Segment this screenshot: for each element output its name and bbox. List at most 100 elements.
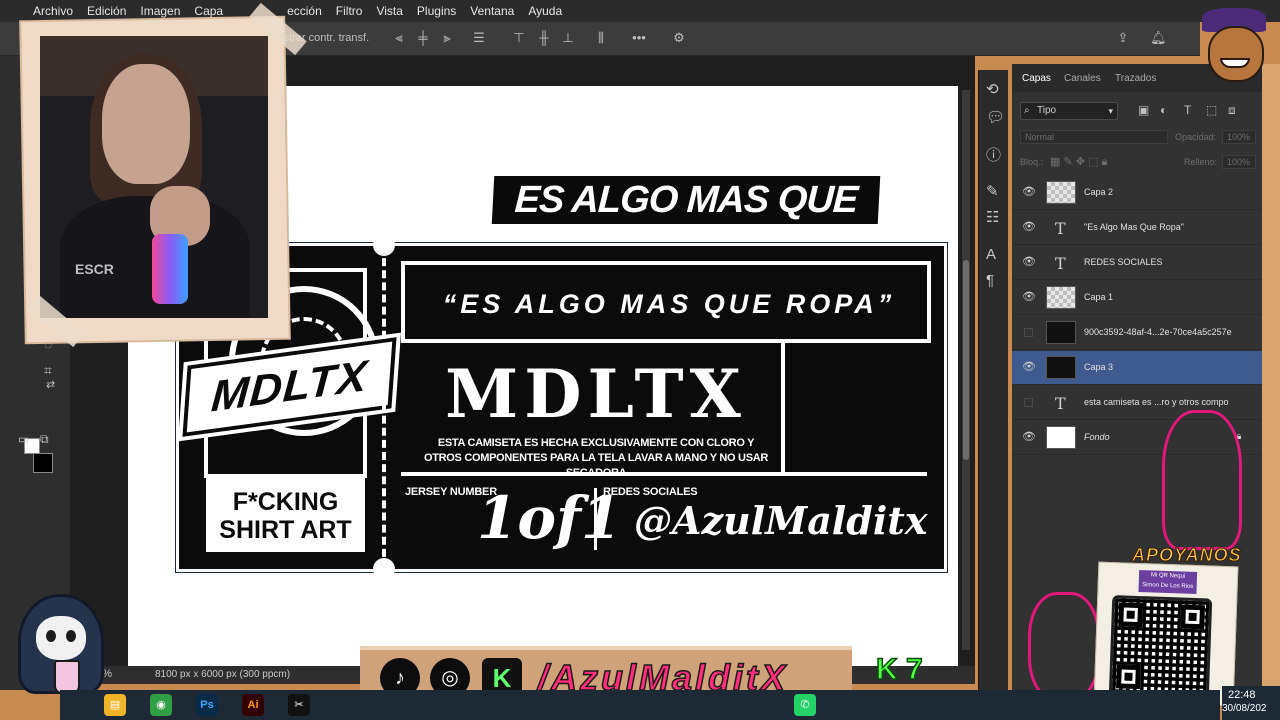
filter-shape-icon[interactable]: ⬚ xyxy=(1206,103,1217,117)
align-middle-icon[interactable]: ╫ xyxy=(537,31,551,45)
chrome-icon[interactable]: ◉ xyxy=(150,694,172,716)
crop-tool-icon[interactable]: ⌗ xyxy=(44,362,52,379)
qr-label: Mi QR Nequi Simon De Los Rios xyxy=(1138,570,1198,595)
divider-line xyxy=(401,339,927,343)
fill-label: Relleno: xyxy=(1184,157,1218,167)
scrollbar-thumb[interactable] xyxy=(963,260,969,460)
tab-canales[interactable]: Canales xyxy=(1064,73,1101,84)
lock-icons[interactable]: ▦ ✎ ✥ ⬚ 🔒︎ xyxy=(1050,155,1107,169)
file-explorer-icon[interactable]: ▤ xyxy=(104,694,126,716)
canvas-vertical-scrollbar[interactable] xyxy=(962,90,970,650)
align-center-h-icon[interactable]: ╪ xyxy=(416,31,430,45)
visibility-toggle-empty[interactable] xyxy=(1024,328,1033,337)
layer-row[interactable]: 👁︎ Capa 3 xyxy=(1012,351,1262,385)
comments-icon[interactable]: 💬︎ xyxy=(986,108,1005,126)
distribute-h-icon[interactable]: ☰ xyxy=(472,31,486,45)
layer-name: "Es Algo Mas Que Ropa" xyxy=(1084,222,1184,232)
qr-finder-top-left xyxy=(1118,602,1144,628)
align-top-icon[interactable]: ⊤ xyxy=(512,31,526,45)
distribute-v-icon[interactable]: ⫼ xyxy=(594,31,608,45)
filter-search-icon: ⌕ xyxy=(1024,105,1030,116)
visibility-toggle-empty[interactable] xyxy=(1024,398,1033,407)
menu-archivo[interactable]: Archivo xyxy=(26,4,80,18)
info-icon[interactable]: ⓘ xyxy=(986,144,1001,165)
photoshop-icon[interactable]: Ps xyxy=(196,694,218,716)
brand-wordmark: MDLTX xyxy=(445,355,747,433)
lock-label: Bloq.: xyxy=(1020,157,1044,167)
menu-plugins[interactable]: Plugins xyxy=(410,4,463,18)
align-bottom-icon[interactable]: ⊥ xyxy=(561,31,575,45)
opacity-input[interactable]: 100% xyxy=(1222,130,1256,144)
ticket-tagline: “ES ALGO MAS QUE ROPA” xyxy=(442,289,896,319)
align-right-icon[interactable]: ⫸ xyxy=(440,31,454,45)
layer-row[interactable]: 900c3592-48af-4...2e-70ce4a5c257e xyxy=(1012,316,1262,350)
layer-row[interactable]: Testa camiseta es ...ro y otros compo xyxy=(1012,386,1262,420)
qr-code xyxy=(1108,595,1213,699)
menu-filtro[interactable]: Filtro xyxy=(329,4,370,18)
opacity-label: Opacidad: xyxy=(1175,132,1217,142)
adjustments-icon[interactable]: ☷ xyxy=(986,208,999,226)
tab-trazados[interactable]: Trazados xyxy=(1115,73,1156,84)
fill-input[interactable]: 100% xyxy=(1222,155,1256,169)
menu-ventana[interactable]: Ventana xyxy=(463,4,521,18)
paragraph-icon[interactable]: ¶ xyxy=(986,272,994,289)
menu-ayuda[interactable]: Ayuda xyxy=(521,4,569,18)
chevron-down-icon: ▾ xyxy=(1108,106,1113,116)
screen-mode-icon[interactable]: ⧉ xyxy=(40,432,49,447)
swap-colors-icon[interactable]: ⇄ xyxy=(46,378,55,391)
visibility-eye-icon[interactable]: 👁︎ xyxy=(1022,256,1036,268)
menu-capa[interactable]: Capa xyxy=(187,4,230,18)
layer-row[interactable]: 👁︎ Capa 1 xyxy=(1012,281,1262,315)
qr-label-line2: Simon De Los Rios xyxy=(1141,582,1194,590)
visibility-eye-icon[interactable]: 👁︎ xyxy=(1022,221,1036,233)
care-description: ESTA CAMISETA ES HECHA EXCLUSIVAMENTE CO… xyxy=(411,436,781,479)
menu-seleccion[interactable]: ección xyxy=(280,4,329,18)
brush-settings-icon[interactable]: ✎ xyxy=(986,182,999,200)
character-icon[interactable]: A xyxy=(986,246,996,263)
visibility-eye-icon[interactable]: 👁︎ xyxy=(1022,361,1036,373)
share-icon[interactable]: ⇪ xyxy=(1116,31,1130,45)
system-clock[interactable]: 22:48 30/08/202 xyxy=(1222,686,1280,720)
menu-vista[interactable]: Vista xyxy=(369,4,409,18)
tab-capas[interactable]: Capas xyxy=(1022,73,1051,84)
align-left-icon[interactable]: ⫷ xyxy=(392,31,406,45)
illustrator-icon[interactable]: Ai xyxy=(242,694,264,716)
layer-name: Capa 2 xyxy=(1084,187,1114,197)
filter-adjustment-icon[interactable]: ◐ xyxy=(1160,103,1167,117)
menu-edicion[interactable]: Edición xyxy=(80,4,133,18)
frame-right-edge xyxy=(1262,64,1280,690)
care-description-line2: OTROS COMPONENTES PARA LA TELA LAVAR A M… xyxy=(423,452,769,479)
panel-icon-strip: ⟲ 💬︎ ⓘ ✎ ☷ A ¶ xyxy=(978,70,1008,690)
layer-thumbnail xyxy=(1046,286,1076,309)
whatsapp-icon[interactable]: ✆ xyxy=(794,694,816,716)
visibility-eye-icon[interactable]: 👁︎ xyxy=(1022,431,1036,443)
layer-name: REDES SOCIALES xyxy=(1084,257,1163,267)
ticket-perforation xyxy=(382,246,386,569)
filter-smart-object-icon[interactable]: ⧈ xyxy=(1228,103,1236,118)
layer-row[interactable]: 👁︎ Capa 2 xyxy=(1012,176,1262,210)
document-info[interactable]: 8100 px x 6000 px (300 ppcm) xyxy=(155,669,290,680)
settings-gear-icon[interactable]: ⚙ xyxy=(672,31,686,45)
background-color-swatch[interactable] xyxy=(33,453,53,473)
pink-devil-doodle-small xyxy=(1028,592,1100,702)
layer-row[interactable]: 👁︎ T "Es Algo Mas Que Ropa" xyxy=(1012,211,1262,245)
menu-imagen[interactable]: Imagen xyxy=(133,4,187,18)
text-layer-icon: T xyxy=(1055,254,1066,273)
shirt-art-label: F*CKING SHIRT ART xyxy=(206,478,365,552)
filter-text-icon[interactable]: T xyxy=(1184,103,1191,117)
mascot-sticker xyxy=(1198,4,1274,88)
layer-filter-select[interactable]: ⌕ Tipo ▾ xyxy=(1020,102,1118,120)
blend-mode-select[interactable]: Normal xyxy=(1020,130,1168,144)
clock-date: 30/08/202 xyxy=(1222,703,1267,714)
reaper-boba-cup xyxy=(54,660,80,694)
layer-row[interactable]: 👁︎ T REDES SOCIALES xyxy=(1012,246,1262,280)
visibility-eye-icon[interactable]: 👁︎ xyxy=(1022,291,1036,303)
history-icon[interactable]: ⟲ xyxy=(986,80,999,98)
filter-pixel-icon[interactable]: ▣ xyxy=(1138,103,1149,117)
notifications-bell-icon[interactable]: 🔔︎ xyxy=(1150,31,1167,45)
more-options-icon[interactable]: ••• xyxy=(632,31,646,45)
capcut-icon[interactable]: ✂ xyxy=(288,694,310,716)
quick-mask-icon[interactable]: ▭ xyxy=(18,432,29,446)
layer-name: Capa 3 xyxy=(1084,362,1114,372)
visibility-eye-icon[interactable]: 👁︎ xyxy=(1022,186,1036,198)
